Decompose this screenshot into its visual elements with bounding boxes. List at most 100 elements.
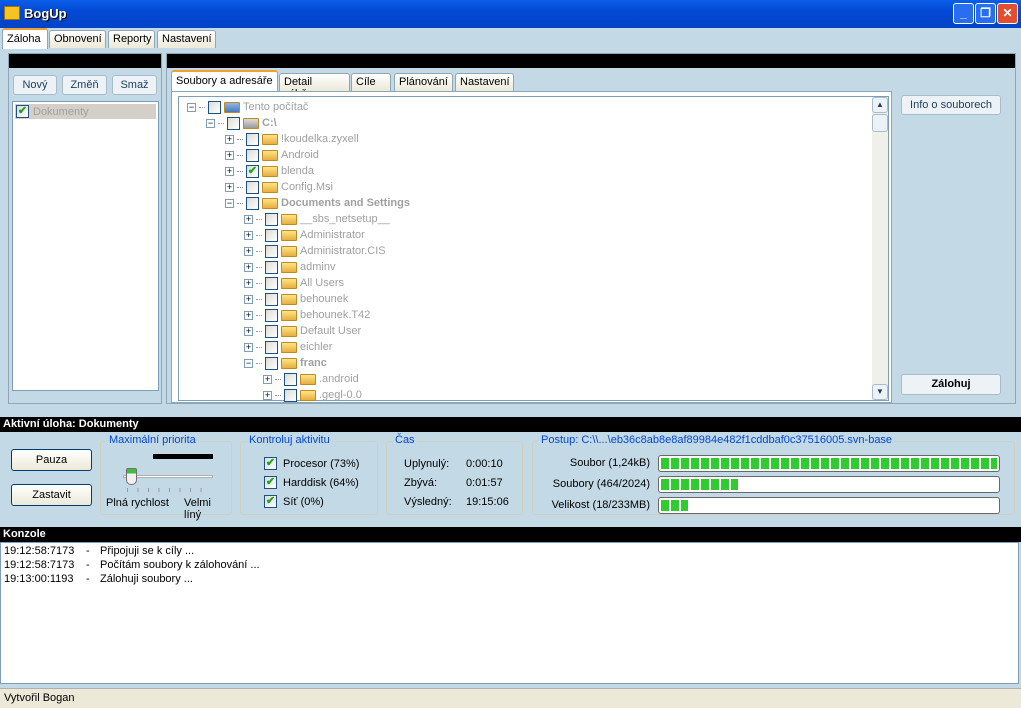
backup-button[interactable]: Zálohuj <box>901 374 1001 395</box>
tree-item[interactable]: + .android <box>187 371 410 387</box>
collapse-icon[interactable]: − <box>225 198 234 208</box>
checkbox[interactable] <box>246 180 259 194</box>
tree-scrollbar[interactable]: ▲ ▼ <box>872 97 888 400</box>
expand-icon[interactable]: + <box>263 390 272 400</box>
console-output[interactable]: 19:12:58:7173- Připojuji se k cíly ... 19:… <box>0 542 1019 684</box>
tab-nastaveni-ulohy[interactable]: Nastavení <box>455 73 514 91</box>
folder-icon <box>300 373 316 385</box>
activity-checkbox-row[interactable]: ✔ Harddisk (64%) <box>264 473 359 492</box>
tree-item[interactable]: + All Users <box>187 275 410 291</box>
expand-icon[interactable]: + <box>244 294 253 304</box>
activity-label: Kontroluj aktivitu <box>247 434 332 446</box>
expand-icon[interactable]: + <box>225 134 234 144</box>
checkbox-checked[interactable]: ✔ <box>264 457 277 470</box>
tree-item-label: Config.Msi <box>281 181 333 193</box>
tree-item[interactable]: + __sbs_netsetup__ <box>187 211 410 227</box>
tree-item[interactable]: + Administrator <box>187 227 410 243</box>
checkbox[interactable] <box>265 340 278 354</box>
tree-item[interactable]: + .gegl-0.0 <box>187 387 410 403</box>
checkbox-checked[interactable]: ✔ <box>16 105 29 118</box>
expand-icon[interactable]: + <box>244 278 253 288</box>
tree-item[interactable]: + Default User <box>187 323 410 339</box>
tab-detail[interactable]: Detail výběru <box>279 73 350 100</box>
checkbox[interactable] <box>284 372 297 386</box>
new-job-button[interactable]: Nový <box>13 75 57 95</box>
expand-icon[interactable]: + <box>244 230 253 240</box>
job-item[interactable]: ✔ Dokumenty <box>15 104 156 119</box>
stop-button[interactable]: Zastavit <box>11 484 92 506</box>
expand-icon[interactable]: + <box>225 166 234 176</box>
expand-icon[interactable]: + <box>263 374 272 384</box>
checkbox[interactable] <box>265 244 278 258</box>
tree-item[interactable]: + Administrator.CIS <box>187 243 410 259</box>
checkbox[interactable] <box>246 148 259 162</box>
checkbox[interactable] <box>246 196 259 210</box>
checkbox[interactable] <box>265 228 278 242</box>
checkbox-checked[interactable]: ✔ <box>264 476 277 489</box>
priority-slider-thumb[interactable] <box>126 468 137 485</box>
folder-icon <box>281 229 297 241</box>
tab-cile[interactable]: Cíle <box>351 73 391 91</box>
checkbox-checked[interactable]: ✔ <box>264 495 277 508</box>
expand-icon[interactable]: + <box>225 150 234 160</box>
checkbox[interactable] <box>227 116 240 130</box>
tab-planovani[interactable]: Plánování <box>394 73 453 91</box>
checkbox[interactable] <box>265 260 278 274</box>
expand-icon[interactable]: + <box>244 342 253 352</box>
scroll-up-icon[interactable]: ▲ <box>872 97 888 113</box>
checkbox[interactable] <box>208 100 221 114</box>
tree-item[interactable]: − franc <box>187 355 410 371</box>
tab-reporty[interactable]: Reporty <box>108 30 155 48</box>
checkbox[interactable] <box>265 212 278 226</box>
tree-item[interactable]: + behounek <box>187 291 410 307</box>
tree-item[interactable]: + Android <box>187 147 410 163</box>
pause-button[interactable]: Pauza <box>11 449 92 471</box>
collapse-icon[interactable]: − <box>206 118 215 128</box>
maximize-button[interactable]: ❐ <box>975 3 996 24</box>
info-button[interactable]: Info o souborech <box>901 95 1001 115</box>
collapse-icon[interactable]: − <box>244 358 253 368</box>
minimize-button[interactable]: _ <box>953 3 974 24</box>
title-bar: BogUp _ ❐ ✕ <box>0 0 1021 28</box>
tree-item[interactable]: + adminv <box>187 259 410 275</box>
expand-icon[interactable]: + <box>244 310 253 320</box>
checkbox[interactable] <box>265 356 278 370</box>
checkbox[interactable] <box>265 292 278 306</box>
expand-icon[interactable]: + <box>244 262 253 272</box>
tree-item[interactable]: + eichler <box>187 339 410 355</box>
checkbox[interactable] <box>246 132 259 146</box>
expand-icon[interactable]: + <box>244 326 253 336</box>
expand-icon[interactable]: + <box>244 214 253 224</box>
progress-bar-label: Velikost (18/233MB) <box>551 499 650 511</box>
close-button[interactable]: ✕ <box>997 3 1018 24</box>
checkbox[interactable] <box>265 308 278 322</box>
folder-icon <box>281 325 297 337</box>
checkbox[interactable] <box>265 324 278 338</box>
checkbox[interactable] <box>284 388 297 402</box>
tab-obnoveni[interactable]: Obnovení <box>49 30 106 48</box>
scroll-down-icon[interactable]: ▼ <box>872 384 888 400</box>
tab-nastaveni[interactable]: Nastavení <box>157 30 216 48</box>
tab-zaloha[interactable]: Záloha <box>2 28 48 49</box>
tree-item[interactable]: + Config.Msi <box>187 179 410 195</box>
expand-icon[interactable]: + <box>225 182 234 192</box>
progress-row: Soubory (464/2024) <box>533 474 1016 494</box>
tree-item-label: .gegl-0.0 <box>319 389 362 401</box>
tree-item[interactable]: − Documents and Settings <box>187 195 410 211</box>
tree-item[interactable]: + !koudelka.zyxell <box>187 131 410 147</box>
active-task-title: Aktivní úloha: Dokumenty <box>0 417 1021 432</box>
edit-job-button[interactable]: Změň <box>62 75 107 95</box>
delete-job-button[interactable]: Smaž <box>112 75 157 95</box>
checkbox-checked[interactable]: ✔ <box>246 164 259 178</box>
activity-checkbox-row[interactable]: ✔ Síť (0%) <box>264 492 359 511</box>
expand-icon[interactable]: + <box>244 246 253 256</box>
checkbox[interactable] <box>265 276 278 290</box>
tree-item[interactable]: + ✔ blenda <box>187 163 410 179</box>
tree-item[interactable]: − Tento počítač <box>187 99 410 115</box>
tab-soubory[interactable]: Soubory a adresáře <box>171 70 278 91</box>
tree-item[interactable]: + behounek.T42 <box>187 307 410 323</box>
activity-checkbox-row[interactable]: ✔ Procesor (73%) <box>264 454 359 473</box>
collapse-icon[interactable]: − <box>187 102 196 112</box>
scroll-thumb[interactable] <box>872 114 888 132</box>
tree-item[interactable]: − C:\ <box>187 115 410 131</box>
